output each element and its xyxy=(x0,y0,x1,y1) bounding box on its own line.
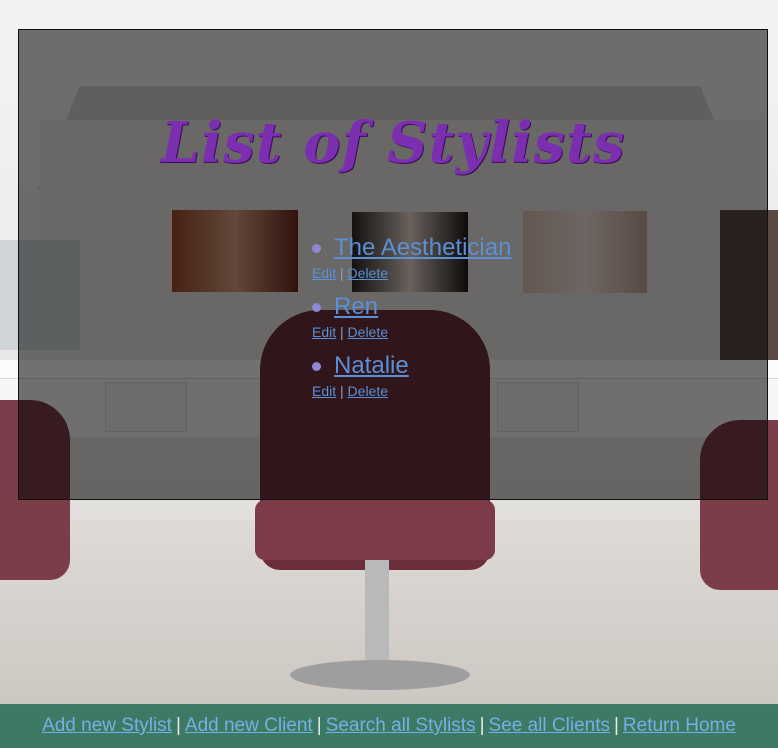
footer-nav: Add new Stylist | Add new Client | Search al… xyxy=(0,704,778,748)
bullet-icon xyxy=(312,303,321,312)
edit-link[interactable]: Edit xyxy=(312,324,336,340)
stylist-actions: Edit | Delete xyxy=(312,263,511,283)
content-panel: List of Stylists The Aesthetician Edit |… xyxy=(18,29,768,500)
stylist-actions: Edit | Delete xyxy=(312,322,511,342)
separator: | xyxy=(340,324,344,340)
list-item: Ren Edit | Delete xyxy=(312,292,511,342)
stylist-link[interactable]: Natalie xyxy=(334,351,409,381)
separator: | xyxy=(340,383,344,399)
page-title: List of Stylists xyxy=(160,110,626,176)
stylist-link[interactable]: The Aesthetician xyxy=(334,233,511,263)
separator: | xyxy=(316,715,322,736)
delete-link[interactable]: Delete xyxy=(348,324,388,340)
stylist-list: The Aesthetician Edit | Delete Ren Edit … xyxy=(312,233,511,410)
add-stylist-link[interactable]: Add new Stylist xyxy=(42,715,172,736)
separator: | xyxy=(613,715,619,736)
list-item: Natalie Edit | Delete xyxy=(312,351,511,401)
separator: | xyxy=(175,715,181,736)
bullet-icon xyxy=(312,244,321,253)
bullet-icon xyxy=(312,362,321,371)
edit-link[interactable]: Edit xyxy=(312,265,336,281)
add-client-link[interactable]: Add new Client xyxy=(185,715,313,736)
list-item: The Aesthetician Edit | Delete xyxy=(312,233,511,283)
see-clients-link[interactable]: See all Clients xyxy=(489,715,610,736)
delete-link[interactable]: Delete xyxy=(348,265,388,281)
edit-link[interactable]: Edit xyxy=(312,383,336,399)
separator: | xyxy=(340,265,344,281)
search-stylists-link[interactable]: Search all Stylists xyxy=(326,715,476,736)
stylist-actions: Edit | Delete xyxy=(312,381,511,401)
stylist-link[interactable]: Ren xyxy=(334,292,378,322)
separator: | xyxy=(479,715,485,736)
delete-link[interactable]: Delete xyxy=(348,383,388,399)
return-home-link[interactable]: Return Home xyxy=(623,715,736,736)
